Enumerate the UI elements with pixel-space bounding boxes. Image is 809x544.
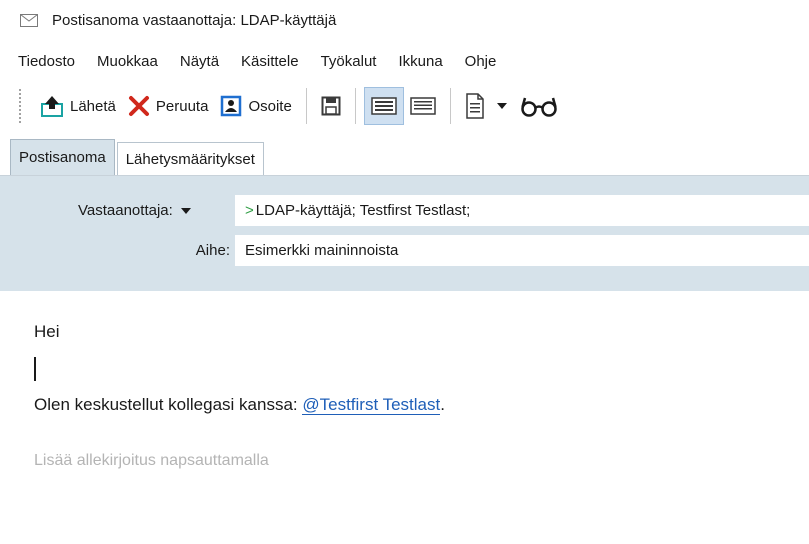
toolbar-separator (354, 88, 356, 124)
to-value: LDAP-käyttäjä; Testfirst Testlast; (255, 202, 471, 219)
subject-field[interactable]: Esimerkki maininnoista (235, 235, 809, 266)
view-normal-button[interactable] (363, 87, 404, 125)
text-caret (34, 357, 36, 381)
to-marker: > (245, 202, 254, 219)
address-button[interactable]: Osoite (214, 87, 297, 125)
title-bar: Postisanoma vastaanottaja: LDAP-käyttäjä (0, 0, 809, 40)
toolbar-separator (449, 88, 451, 124)
menu-bar: Tiedosto Muokkaa Näytä Käsittele Työkalu… (0, 48, 518, 74)
format-dropdown-button[interactable] (491, 87, 513, 125)
view-normal-icon (371, 97, 397, 115)
to-label: Vastaanottaja: (78, 202, 173, 219)
body-line-suffix: . (440, 395, 445, 414)
dropdown-arrow-icon (496, 103, 507, 109)
body-line-prefix: Olen keskustellut kollegasi kanssa: (34, 395, 303, 414)
send-button[interactable]: Lähetä (34, 87, 122, 125)
view-plain-button[interactable] (404, 87, 442, 125)
toolbar: Lähetä Peruuta Osoite (0, 80, 809, 132)
menu-tiedosto[interactable]: Tiedosto (18, 53, 75, 70)
menu-nayta[interactable]: Näytä (180, 53, 219, 70)
document-format-icon (466, 93, 484, 119)
window-title: Postisanoma vastaanottaja: LDAP-käyttäjä (52, 11, 337, 29)
menu-muokkaa[interactable]: Muokkaa (97, 53, 158, 70)
mention-link[interactable]: @Testfirst Testlast (302, 395, 441, 415)
view-plain-icon (410, 97, 436, 115)
signature-placeholder[interactable]: Lisää allekirjoitus napsauttamalla (34, 452, 269, 470)
tab-lahetysmaaritykset[interactable]: Lähetysmääritykset (116, 142, 264, 175)
cancel-button[interactable]: Peruuta (122, 87, 215, 125)
mail-envelope-icon (20, 13, 38, 27)
cancel-x-icon (128, 96, 149, 116)
body-greeting: Hei (34, 322, 60, 341)
message-header-panel: Vastaanottaja: > LDAP-käyttäjä; Testfirs… (0, 176, 809, 291)
subject-label: Aihe: (195, 242, 230, 259)
menu-tyokalut[interactable]: Työkalut (321, 53, 377, 70)
address-label: Osoite (248, 97, 292, 115)
to-field[interactable]: > LDAP-käyttäjä; Testfirst Testlast; (235, 195, 809, 226)
send-icon (41, 96, 63, 117)
menu-ikkuna[interactable]: Ikkuna (398, 53, 442, 70)
to-label-container[interactable]: Vastaanottaja: (78, 202, 238, 219)
send-label: Lähetä (70, 97, 116, 115)
cancel-label: Peruuta (155, 97, 209, 115)
message-body-area[interactable] (0, 291, 809, 544)
subject-value: Esimerkki maininnoista (245, 242, 399, 259)
save-button[interactable] (315, 87, 347, 125)
body-line: Olen keskustellut kollegasi kanssa: @Tes… (34, 395, 445, 415)
document-format-button[interactable] (459, 87, 491, 125)
glasses-icon (521, 97, 557, 117)
menu-kasittele[interactable]: Käsittele (241, 53, 299, 70)
toolbar-grip[interactable] (18, 88, 22, 124)
tab-postisanoma[interactable]: Postisanoma (10, 139, 115, 175)
preview-button[interactable] (513, 87, 565, 125)
to-dropdown-icon[interactable] (180, 208, 191, 215)
save-icon (321, 96, 341, 116)
toolbar-separator (305, 88, 307, 124)
address-book-icon (221, 95, 242, 117)
tab-bar: Postisanoma Lähetysmääritykset (0, 139, 809, 176)
menu-ohje[interactable]: Ohje (465, 53, 497, 70)
